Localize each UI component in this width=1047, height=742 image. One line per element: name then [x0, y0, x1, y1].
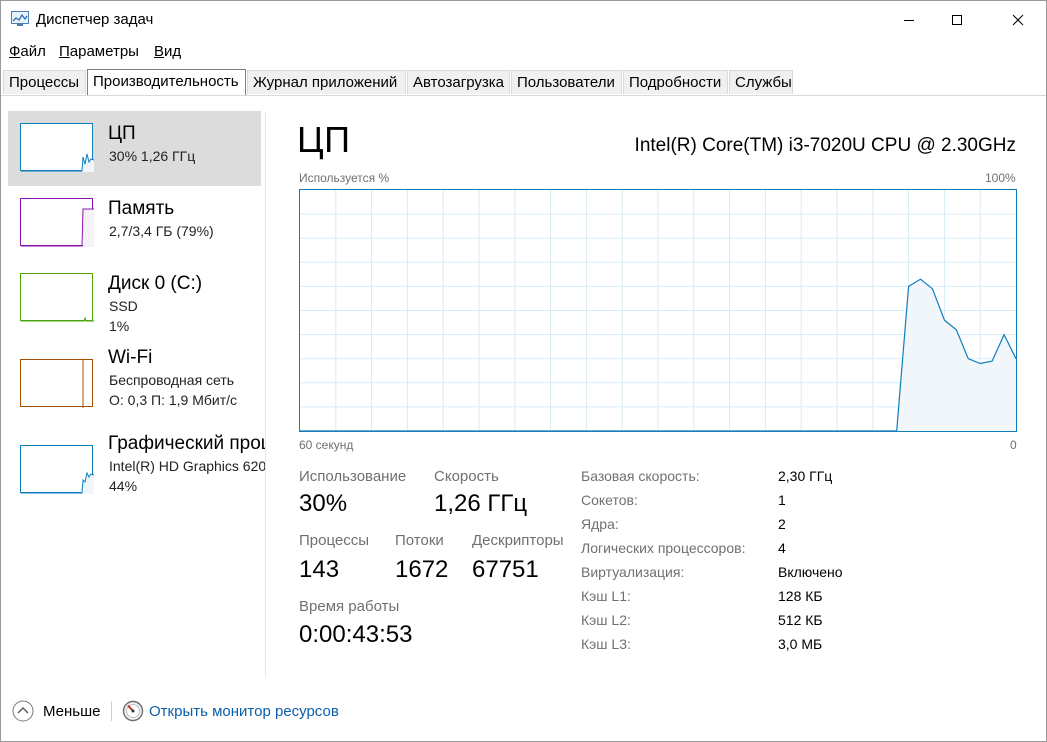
spec-label-virtualization: Виртуализация:	[581, 564, 685, 580]
memory-thumbnail-graph	[20, 198, 94, 247]
spec-label-l2-cache: Кэш L2:	[581, 612, 631, 628]
cpu-utilization-graph	[299, 189, 1017, 432]
tab-processes[interactable]: Процессы	[3, 70, 86, 94]
close-button[interactable]	[995, 1, 1041, 39]
sidebar-item-gpu[interactable]: Графический процессор 0 Intel(R) HD Grap…	[8, 433, 265, 508]
sidebar-wifi-type: Беспроводная сеть	[109, 372, 235, 388]
sidebar-gpu-model: Intel(R) HD Graphics 620	[109, 458, 265, 474]
handles-label: Дескрипторы	[472, 532, 564, 549]
sidebar-item-disk[interactable]: Диск 0 (C:) SSD 1%	[8, 261, 261, 336]
chevron-up-icon[interactable]	[12, 700, 34, 722]
spec-value-virtualization: Включено	[778, 564, 843, 580]
window-title: Диспетчер задач	[36, 11, 154, 28]
spec-label-logical-processors: Логических процессоров:	[581, 540, 746, 556]
sidebar-gpu-title: Графический процессор 0	[108, 433, 265, 454]
minimize-button[interactable]	[886, 1, 932, 39]
usage-label: Использование	[299, 468, 407, 485]
handles-value: 67751	[472, 556, 539, 583]
sidebar-item-wifi[interactable]: Wi-Fi Беспроводная сеть О: 0,3 П: 1,9 Мб…	[8, 347, 261, 422]
minimize-icon	[904, 20, 914, 21]
usage-value: 30%	[299, 490, 348, 517]
uptime-label: Время работы	[299, 598, 400, 615]
footer-separator	[111, 701, 112, 721]
threads-value: 1672	[395, 556, 449, 583]
sidebar-gpu-usage: 44%	[109, 478, 138, 494]
gpu-thumbnail-graph	[20, 445, 94, 494]
threads-label: Потоки	[395, 532, 444, 549]
tab-users[interactable]: Пользователи	[511, 70, 622, 94]
sidebar-disk-type: SSD	[109, 298, 138, 314]
sidebar-wifi-title: Wi-Fi	[108, 347, 153, 368]
task-manager-window: Диспетчер задач Файл Параметры Вид Проце…	[0, 0, 1047, 742]
wifi-thumbnail-graph	[20, 359, 93, 408]
processes-label: Процессы	[299, 532, 370, 549]
spec-value-l2-cache: 512 КБ	[778, 612, 823, 628]
tab-startup[interactable]: Автозагрузка	[407, 70, 510, 94]
menu-options[interactable]: Параметры	[59, 43, 139, 60]
sidebar-item-cpu[interactable]: ЦП 30% 1,26 ГГц	[8, 111, 261, 186]
graph-y-label: Используется %	[299, 171, 390, 185]
tab-strip: Процессы Производительность Журнал прило…	[1, 69, 1046, 96]
tab-details[interactable]: Подробности	[623, 70, 728, 94]
maximize-icon	[952, 15, 962, 25]
sidebar-item-memory[interactable]: Память 2,7/3,4 ГБ (79%)	[8, 186, 261, 261]
resource-sidebar: ЦП 30% 1,26 ГГц Память 2,7/3,4 ГБ (79%) …	[1, 97, 265, 677]
maximize-button[interactable]	[934, 1, 980, 39]
sidebar-memory-detail: 2,7/3,4 ГБ (79%)	[109, 223, 214, 239]
spec-value-cores: 2	[778, 516, 786, 532]
speed-value: 1,26 ГГц	[434, 490, 528, 517]
disk-thumbnail-graph	[20, 273, 94, 322]
speed-label: Скорость	[434, 468, 499, 485]
spec-value-l1-cache: 128 КБ	[778, 588, 823, 604]
processes-value: 143	[299, 556, 340, 583]
spec-value-logical-processors: 4	[778, 540, 786, 556]
sidebar-cpu-detail: 30% 1,26 ГГц	[109, 148, 196, 164]
uptime-value: 0:00:43:53	[299, 621, 413, 648]
sidebar-wifi-throughput: О: 0,3 П: 1,9 Мбит/с	[109, 392, 238, 408]
graph-x-right-label: 0	[1010, 438, 1017, 452]
spec-label-cores: Ядра:	[581, 516, 619, 532]
graph-y-max-label: 100%	[985, 171, 1016, 185]
spec-value-base-speed: 2,30 ГГц	[778, 468, 833, 484]
sidebar-divider	[265, 111, 266, 677]
cpu-thumbnail-graph	[20, 123, 94, 172]
cpu-model-name: Intel(R) Core(TM) i3-7020U CPU @ 2.30GHz	[634, 135, 1016, 156]
sidebar-memory-title: Память	[108, 198, 175, 219]
sidebar-disk-title: Диск 0 (C:)	[108, 273, 203, 294]
sidebar-disk-usage: 1%	[109, 318, 130, 334]
page-title: ЦП	[297, 119, 351, 160]
graph-x-left-label: 60 секунд	[299, 438, 354, 452]
close-icon	[1012, 14, 1024, 26]
footer-bar: Меньше Открыть монитор ресурсов	[1, 691, 1046, 741]
fewer-details-button[interactable]: Меньше	[43, 703, 100, 720]
resource-monitor-icon[interactable]	[122, 700, 144, 722]
spec-label-l1-cache: Кэш L1:	[581, 588, 631, 604]
spec-value-l3-cache: 3,0 МБ	[778, 636, 823, 652]
spec-label-l3-cache: Кэш L3:	[581, 636, 631, 652]
spec-label-base-speed: Базовая скорость:	[581, 468, 700, 484]
tab-performance[interactable]: Производительность	[87, 69, 246, 95]
spec-label-sockets: Сокетов:	[581, 492, 638, 508]
menu-file[interactable]: Файл	[9, 43, 46, 60]
tab-app-history[interactable]: Журнал приложений	[247, 70, 406, 94]
open-resource-monitor-link[interactable]: Открыть монитор ресурсов	[149, 703, 339, 720]
task-manager-icon	[11, 11, 29, 26]
menu-view[interactable]: Вид	[154, 43, 181, 60]
spec-value-sockets: 1	[778, 492, 786, 508]
sidebar-cpu-title: ЦП	[108, 123, 136, 144]
title-bar[interactable]: Диспетчер задач	[1, 1, 1046, 39]
tab-services[interactable]: Службы	[729, 70, 793, 94]
